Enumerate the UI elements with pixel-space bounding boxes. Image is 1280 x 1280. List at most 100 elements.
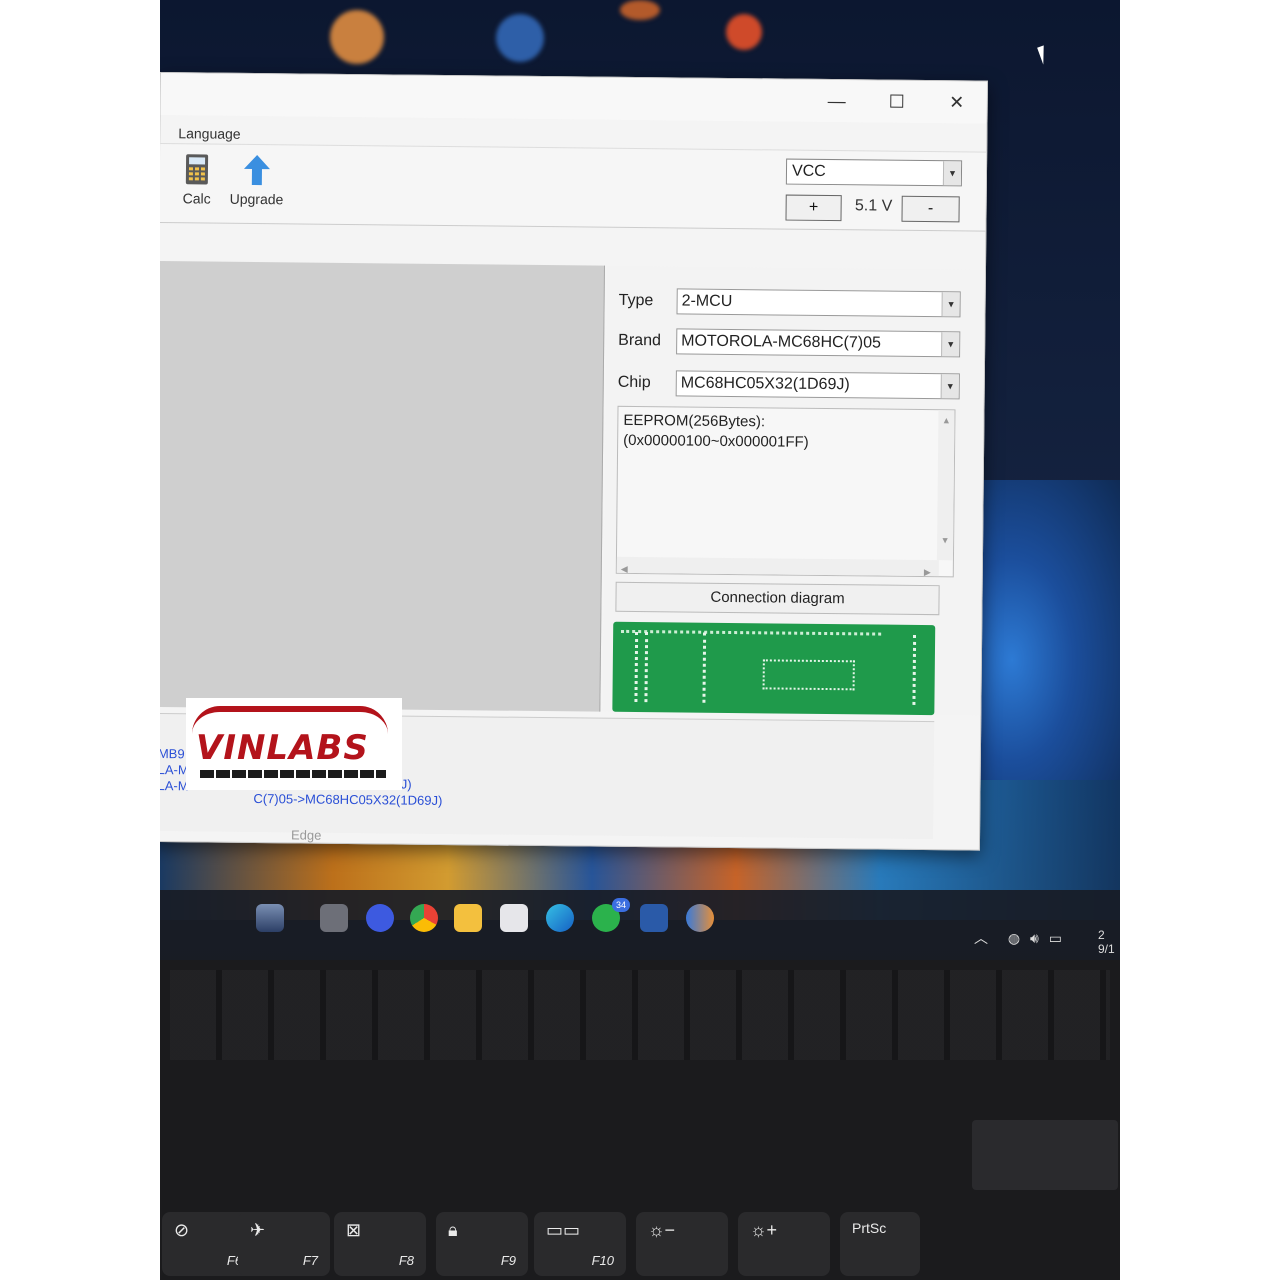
meet-icon[interactable] xyxy=(366,904,394,932)
board-pin-column xyxy=(912,634,918,705)
calc-button[interactable]: Calc xyxy=(182,152,213,207)
battery-icon[interactable]: ▭ xyxy=(1049,930,1062,946)
title-bar: — ☐ ✕ xyxy=(160,73,987,124)
chip-panel: Type 2-MCU ▼ Brand MOTOROLA-MC68HC(7)05 … xyxy=(602,265,985,716)
trackpoint-button xyxy=(972,1120,1118,1190)
vvdi-app-icon[interactable] xyxy=(686,904,714,932)
close-button[interactable]: ✕ xyxy=(937,89,977,115)
task-view-icon[interactable] xyxy=(320,904,348,932)
touchpad-off-icon: ⊘ xyxy=(174,1220,190,1240)
edge-icon[interactable] xyxy=(546,904,574,932)
chevron-down-icon[interactable]: ▼ xyxy=(940,374,959,399)
clock-time: 2 xyxy=(1098,928,1105,942)
chip-label: Chip xyxy=(617,373,651,392)
chrome-icon[interactable] xyxy=(410,904,438,932)
horizontal-scrollbar[interactable]: ◀ ▶ xyxy=(616,556,939,579)
key-f10: ▭▭ F10 xyxy=(534,1212,626,1276)
taskbar: 34 ︿ ◍ 🔊︎ ▭ 2 9/1 xyxy=(160,890,1120,960)
connection-diagram-button[interactable]: Connection diagram xyxy=(615,581,940,616)
board-pin-column xyxy=(702,632,708,703)
key-label: F9 xyxy=(500,1253,516,1268)
programmer-app-icon[interactable] xyxy=(640,904,668,932)
chevron-down-icon[interactable]: ▼ xyxy=(942,161,962,186)
key-brightness-down: ☼− xyxy=(636,1212,728,1276)
scroll-left-icon[interactable]: ◀ xyxy=(621,559,628,579)
type-select[interactable]: 2-MCU ▼ xyxy=(676,288,961,318)
chevron-up-icon[interactable]: ︿ xyxy=(974,930,988,946)
chip-info-box[interactable]: EEPROM(256Bytes): (0x00000100~0x000001FF… xyxy=(615,405,956,579)
vinlabs-logo: VINLABS xyxy=(186,698,402,790)
key-f9: 🔒︎ F9 xyxy=(436,1212,528,1276)
upgrade-label: Upgrade xyxy=(229,190,284,208)
wallpaper-planet xyxy=(620,0,660,20)
calc-label: Calc xyxy=(182,190,211,207)
key-brightness-up: ☼+ xyxy=(738,1212,830,1276)
lock-icon: 🔒︎ xyxy=(448,1220,458,1240)
board-chip-outline xyxy=(762,659,855,691)
voltage-readout: 5.1 V xyxy=(854,197,893,215)
voltage-decrease-button[interactable]: - xyxy=(901,195,960,223)
system-tray: ︿ ◍ 🔊︎ ▭ xyxy=(974,928,1062,948)
vcc-select[interactable]: VCC ▼ xyxy=(785,158,963,187)
volume-icon[interactable]: 🔊︎ xyxy=(1030,930,1039,946)
logo-text: VINLABS xyxy=(196,728,369,768)
widgets-icon[interactable] xyxy=(256,904,284,932)
board-pin-row xyxy=(621,629,882,637)
key-label: F7 xyxy=(302,1253,318,1268)
minimize-button[interactable]: — xyxy=(817,88,857,114)
brightness-down-icon: ☼− xyxy=(648,1220,676,1240)
display-switch-icon: ▭▭ xyxy=(546,1220,581,1240)
upload-arrow-icon xyxy=(242,153,272,187)
clock-date: 9/1 xyxy=(1098,942,1115,956)
board-pin-column xyxy=(644,632,650,703)
file-explorer-icon[interactable] xyxy=(454,904,482,932)
info-line: (0x00000100~0x000001FF) xyxy=(623,431,809,451)
vertical-scrollbar[interactable]: ▲ ▼ xyxy=(936,410,955,561)
log-line: C(7)05->MC68HC05X32(1D69J) xyxy=(253,791,443,808)
clock[interactable]: 2 9/1 xyxy=(1098,928,1115,956)
chevron-down-icon[interactable]: ▼ xyxy=(941,332,960,357)
network-icon[interactable]: ◍ xyxy=(1008,930,1020,946)
log-line: LA-M xyxy=(160,778,189,794)
brand-select[interactable]: MOTOROLA-MC68HC(7)05 ▼ xyxy=(676,328,961,358)
photo: — ☐ ✕ Language Calc Upgrade VCC ▼ + 5.1 … xyxy=(160,0,1120,1280)
wallpaper-planet xyxy=(330,10,384,64)
camera-off-icon: ⊠ xyxy=(346,1220,362,1240)
key-f7: ✈ F7 xyxy=(238,1212,330,1276)
maximize-button[interactable]: ☐ xyxy=(877,89,917,115)
type-select-value: 2-MCU xyxy=(681,292,733,311)
chip-select[interactable]: MC68HC05X32(1D69J) ▼ xyxy=(675,370,960,400)
chevron-down-icon[interactable]: ▼ xyxy=(941,292,960,317)
chip-select-value: MC68HC05X32(1D69J) xyxy=(680,374,850,394)
brand-select-value: MOTOROLA-MC68HC(7)05 xyxy=(681,332,882,352)
adapter-board-image xyxy=(612,621,936,716)
upgrade-button[interactable]: Upgrade xyxy=(229,153,284,208)
keyboard-rows xyxy=(170,970,1110,1060)
buffer-view[interactable] xyxy=(160,261,605,712)
wallpaper-planet xyxy=(496,14,544,62)
store-icon[interactable] xyxy=(500,904,528,932)
mouse-cursor-icon xyxy=(1037,45,1050,65)
key-prtsc: PrtSc xyxy=(840,1212,920,1276)
toolbar: Calc Upgrade VCC ▼ + 5.1 V - xyxy=(160,143,987,232)
board-pin-column xyxy=(634,632,640,703)
brightness-up-icon: ☼+ xyxy=(750,1220,778,1240)
key-label: F8 xyxy=(398,1253,414,1268)
type-label: Type xyxy=(618,291,654,310)
key-f8: ⊠ F8 xyxy=(334,1212,426,1276)
log-line: MB9 xyxy=(160,746,185,762)
key-label: F10 xyxy=(591,1253,614,1268)
wallpaper-planet xyxy=(726,14,762,50)
brand-label: Brand xyxy=(618,331,662,350)
logo-key-stripe xyxy=(200,770,386,778)
log-line: LA-M xyxy=(160,762,189,778)
vcc-select-value: VCC xyxy=(791,162,826,180)
menu-language[interactable]: Language xyxy=(178,125,240,142)
notification-badge: 34 xyxy=(612,898,630,912)
voltage-increase-button[interactable]: + xyxy=(785,194,842,222)
key-label: PrtSc xyxy=(852,1220,887,1236)
calculator-icon xyxy=(182,152,212,186)
scroll-right-icon[interactable]: ▶ xyxy=(924,562,931,582)
airplane-icon: ✈ xyxy=(250,1220,266,1240)
edge-caption: Edge xyxy=(290,827,322,843)
